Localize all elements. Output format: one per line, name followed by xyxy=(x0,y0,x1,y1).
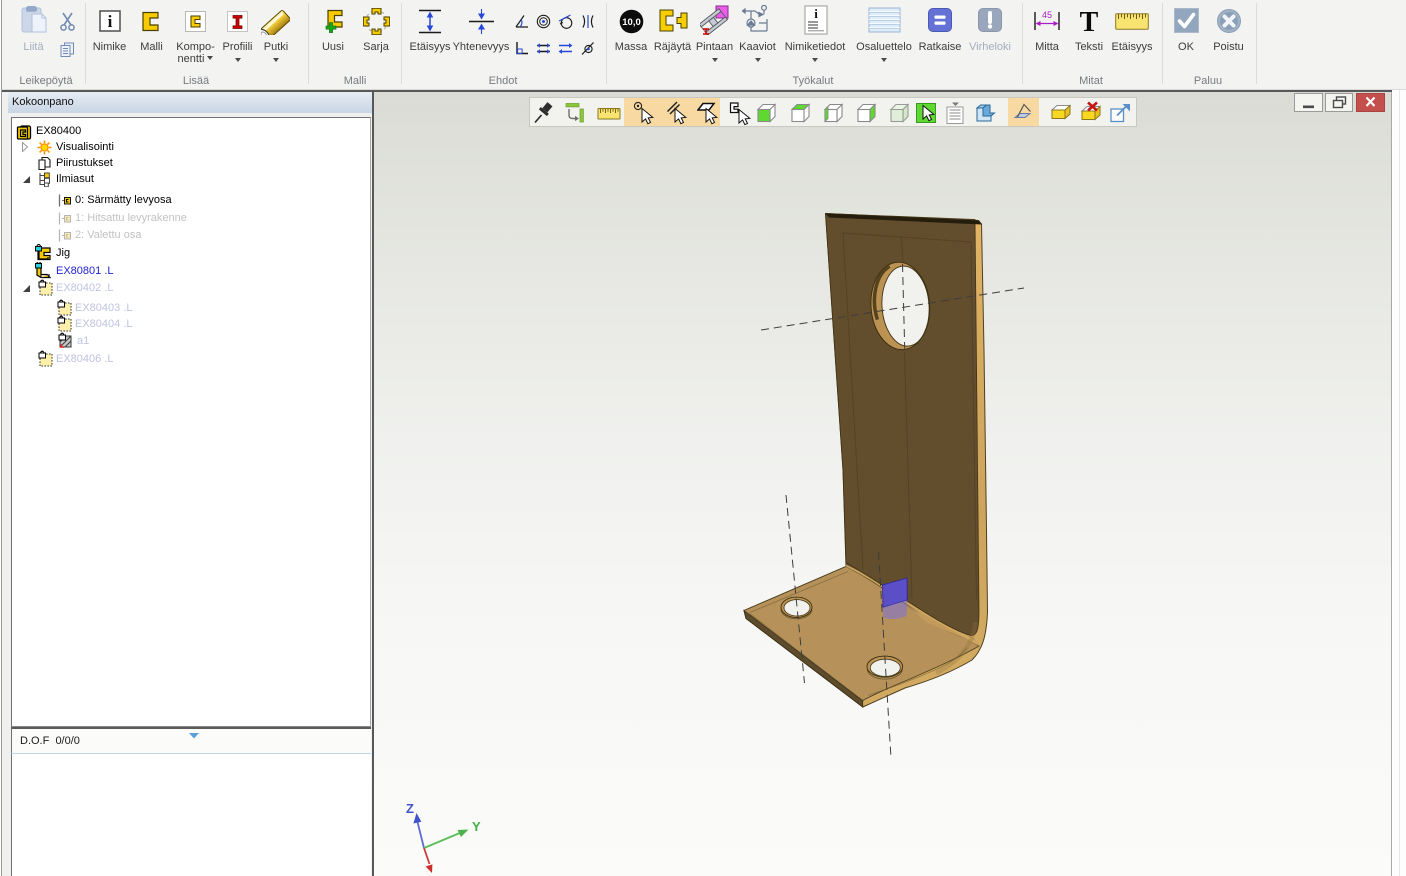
svg-text:i: i xyxy=(108,12,113,31)
svg-text:Y: Y xyxy=(472,819,481,834)
svg-text:10,0: 10,0 xyxy=(622,17,641,28)
svg-text:i: i xyxy=(814,6,818,21)
svg-text:Z: Z xyxy=(406,801,414,816)
svg-text:45: 45 xyxy=(1042,10,1052,20)
svg-text:T: T xyxy=(1080,8,1099,34)
